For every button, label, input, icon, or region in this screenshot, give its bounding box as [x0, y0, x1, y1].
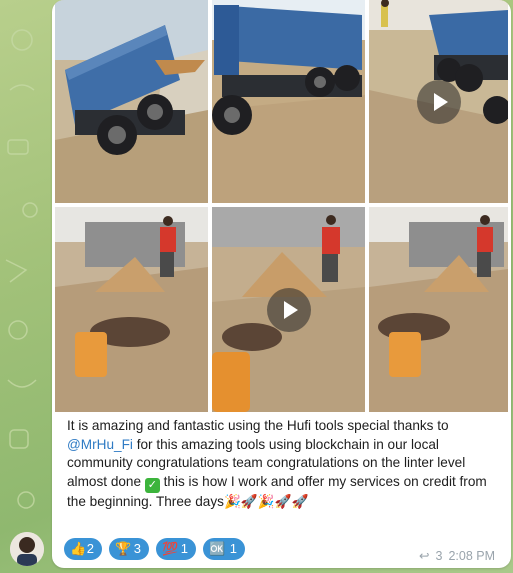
- play-icon[interactable]: [266, 287, 311, 332]
- play-icon[interactable]: [416, 79, 461, 124]
- hundred-points-icon: 💯: [162, 541, 179, 556]
- yes-badge-icon: 🆗: [209, 541, 226, 556]
- media-album: [55, 0, 508, 412]
- trophy-icon: 🏆: [115, 541, 132, 556]
- reply-count[interactable]: 3: [435, 549, 442, 563]
- media-photo-4[interactable]: [369, 207, 508, 412]
- media-photo-1[interactable]: [55, 0, 208, 203]
- media-video-1[interactable]: [369, 0, 508, 203]
- media-photo-2[interactable]: [212, 0, 365, 203]
- media-video-2[interactable]: [212, 207, 365, 412]
- reaction-hundred[interactable]: 💯 1: [156, 538, 196, 560]
- message-time: 2:08 PM: [448, 549, 495, 563]
- reaction-yes[interactable]: 🆗 1: [203, 538, 245, 560]
- reaction-count: 1: [180, 541, 188, 556]
- reaction-count: 1: [229, 541, 237, 556]
- emoji-tail: 🎉🚀🎉🚀🚀: [223, 493, 309, 509]
- sender-avatar[interactable]: [10, 532, 44, 566]
- message-text: It is amazing and fantastic using the Hu…: [67, 417, 503, 511]
- check-mark-icon: ✓: [144, 477, 160, 493]
- reaction-count: 3: [133, 541, 141, 556]
- reaction-count: 2: [86, 541, 94, 556]
- media-photo-3[interactable]: [55, 207, 208, 412]
- reaction-thumbs-up[interactable]: 👍 2: [64, 538, 102, 560]
- thumbs-up-icon: 👍: [70, 541, 87, 556]
- user-mention-link[interactable]: @MrHu_Fi: [67, 437, 133, 452]
- message-bubble[interactable]: It is amazing and fantastic using the Hu…: [52, 0, 511, 568]
- avatar-image: [10, 532, 44, 566]
- reaction-trophy[interactable]: 🏆 3: [109, 538, 149, 560]
- reply-icon[interactable]: ↩: [419, 549, 429, 563]
- message-meta: ↩ 3 2:08 PM: [413, 548, 495, 563]
- caption-text: It is amazing and fantastic using the Hu…: [67, 418, 449, 433]
